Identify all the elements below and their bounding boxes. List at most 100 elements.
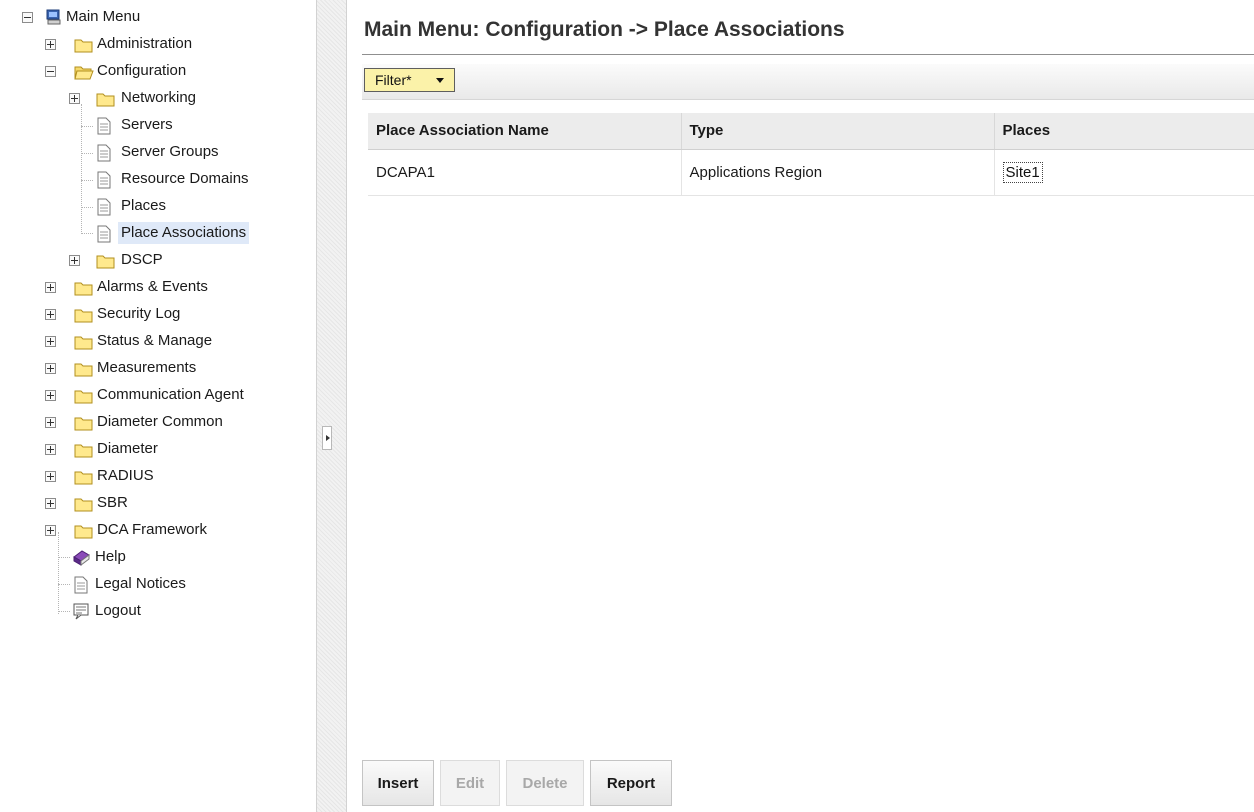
delete-button[interactable]: Delete — [506, 760, 584, 806]
collapse-toggle-icon[interactable] — [45, 66, 56, 77]
logout-icon — [73, 603, 90, 627]
tree-label: Diameter — [97, 440, 158, 457]
folder-icon — [74, 442, 94, 465]
folder-icon — [96, 91, 116, 114]
expand-toggle-icon[interactable] — [45, 498, 56, 509]
expand-toggle-icon[interactable] — [45, 309, 56, 320]
expand-toggle-icon[interactable] — [45, 525, 56, 536]
tree-item-legal-notices[interactable]: Legal Notices — [0, 573, 316, 595]
folder-open-icon — [74, 64, 94, 87]
expand-toggle-icon[interactable] — [45, 363, 56, 374]
column-header-places[interactable]: Places — [994, 113, 1254, 150]
tree-label: Logout — [95, 602, 141, 619]
collapse-toggle-icon[interactable] — [22, 12, 33, 23]
table-row[interactable]: DCAPA1 Applications Region Site1 — [368, 149, 1254, 196]
tree-item-diameter-common[interactable]: Diameter Common — [0, 411, 316, 433]
tree-label: Legal Notices — [95, 575, 186, 592]
expand-toggle-icon[interactable] — [69, 93, 80, 104]
panel-splitter[interactable] — [316, 0, 347, 812]
tree-item-dca-framework[interactable]: DCA Framework — [0, 519, 316, 541]
navigation-tree: Main Menu Administration Configuration N… — [0, 0, 316, 812]
place-link[interactable]: Site1 — [1002, 161, 1043, 183]
page-icon — [96, 144, 112, 169]
expand-toggle-icon[interactable] — [69, 255, 80, 266]
page-icon — [73, 576, 89, 601]
cell-type: Applications Region — [681, 149, 995, 196]
tree-item-configuration[interactable]: Configuration — [0, 60, 316, 82]
folder-icon — [74, 307, 94, 330]
tree-item-place-associations[interactable]: Place Associations — [0, 222, 316, 244]
tree-item-dscp[interactable]: DSCP — [0, 249, 316, 271]
filter-label: Filter* — [375, 72, 412, 88]
page-icon — [96, 171, 112, 196]
tree-label: Security Log — [97, 305, 181, 322]
tree-label: Status & Manage — [97, 332, 213, 349]
report-button[interactable]: Report — [590, 760, 672, 806]
tree-item-communication-agent[interactable]: Communication Agent — [0, 384, 316, 406]
expand-toggle-icon[interactable] — [45, 417, 56, 428]
collapse-panel-button[interactable] — [322, 426, 332, 450]
folder-icon — [74, 496, 94, 519]
tree-label: Networking — [121, 89, 197, 106]
filter-button[interactable]: Filter* — [364, 68, 455, 92]
page-title: Main Menu: Configuration -> Place Associ… — [364, 18, 845, 41]
tree-item-status-manage[interactable]: Status & Manage — [0, 330, 316, 352]
folder-icon — [74, 37, 94, 60]
tree-item-server-groups[interactable]: Server Groups — [0, 141, 316, 163]
expand-toggle-icon[interactable] — [45, 471, 56, 482]
tree-label-selected: Place Associations — [118, 222, 250, 244]
folder-icon — [74, 523, 94, 546]
tree-item-measurements[interactable]: Measurements — [0, 357, 316, 379]
tree-item-logout[interactable]: Logout — [0, 600, 316, 622]
tree-item-alarms-events[interactable]: Alarms & Events — [0, 276, 316, 298]
expand-toggle-icon[interactable] — [45, 336, 56, 347]
page-icon — [96, 198, 112, 223]
place-associations-table: Place Association Name Type Places DCAPA… — [368, 113, 1254, 196]
tree-item-administration[interactable]: Administration — [0, 33, 316, 55]
tree-item-radius[interactable]: RADIUS — [0, 465, 316, 487]
help-book-icon — [72, 549, 90, 573]
tree-label: Diameter Common — [97, 413, 223, 430]
folder-icon — [74, 469, 94, 492]
tree-item-main-menu[interactable]: Main Menu — [0, 6, 316, 28]
tree-label: Servers — [121, 116, 173, 133]
tree-label: Administration — [97, 35, 193, 52]
tree-label: Resource Domains — [121, 170, 249, 187]
expand-toggle-icon[interactable] — [45, 444, 56, 455]
folder-icon — [74, 280, 94, 303]
tree-item-networking[interactable]: Networking — [0, 87, 316, 109]
page-icon — [96, 225, 112, 250]
folder-icon — [74, 388, 94, 411]
filter-bar: Filter* — [362, 64, 1254, 100]
table-header-row: Place Association Name Type Places — [368, 113, 1254, 150]
tree-label: SBR — [97, 494, 128, 511]
tree-item-servers[interactable]: Servers — [0, 114, 316, 136]
tree-label: DSCP — [121, 251, 163, 268]
cell-name: DCAPA1 — [368, 149, 682, 196]
tree-item-places[interactable]: Places — [0, 195, 316, 217]
column-header-name[interactable]: Place Association Name — [368, 113, 682, 150]
edit-button[interactable]: Edit — [440, 760, 500, 806]
tree-item-help[interactable]: Help — [0, 546, 316, 568]
tree-label: DCA Framework — [97, 521, 208, 538]
tree-item-diameter[interactable]: Diameter — [0, 438, 316, 460]
tree-label: Configuration — [97, 62, 187, 79]
title-divider — [362, 54, 1254, 55]
tree-label: Measurements — [97, 359, 197, 376]
computer-icon — [46, 9, 62, 32]
tree-label: RADIUS — [97, 467, 154, 484]
expand-toggle-icon[interactable] — [45, 39, 56, 50]
tree-label: Alarms & Events — [97, 278, 208, 295]
tree-item-security-log[interactable]: Security Log — [0, 303, 316, 325]
folder-icon — [96, 253, 116, 276]
insert-button[interactable]: Insert — [362, 760, 434, 806]
tree-item-resource-domains[interactable]: Resource Domains — [0, 168, 316, 190]
tree-label: Main Menu — [66, 8, 141, 25]
column-header-type[interactable]: Type — [681, 113, 995, 150]
cell-places: Site1 — [994, 149, 1254, 196]
expand-toggle-icon[interactable] — [45, 390, 56, 401]
folder-icon — [74, 334, 94, 357]
expand-toggle-icon[interactable] — [45, 282, 56, 293]
tree-item-sbr[interactable]: SBR — [0, 492, 316, 514]
folder-icon — [74, 361, 94, 384]
